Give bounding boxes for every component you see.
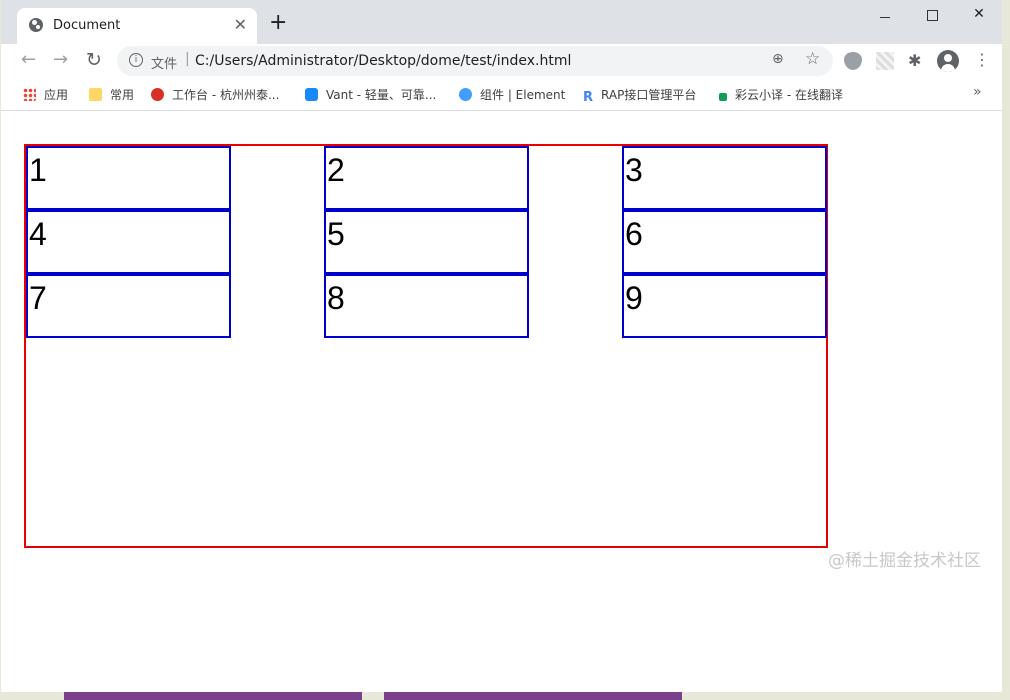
bookmark-element[interactable]: 组件 | Element [459,86,565,103]
url-text[interactable]: C:/Users/Administrator/Desktop/dome/test… [195,53,571,69]
watermark: @稀土掘金技术社区 [828,551,981,571]
grid-cell: 1 [26,146,231,210]
extension-pattern-icon[interactable] [876,52,894,70]
bookmark-rap[interactable]: R RAP接口管理平台 [583,86,697,105]
grid-cell: 6 [622,210,827,274]
rap-icon: R [583,90,594,105]
bookmark-star-icon[interactable]: ☆ [805,49,820,69]
new-tab-button[interactable]: + [269,12,287,34]
bookmark-folder-common[interactable]: 常用 [89,86,134,103]
scheme-label: 文件 [151,57,178,72]
page-content: 1 2 3 4 5 6 7 8 9 [1,111,1002,692]
bookmark-label: 应用 [44,88,69,102]
title-bar: Document ✕ + ✕ [1,0,1002,44]
bookmark-label: 工作台 - 杭州州泰... [172,88,280,102]
flag-icon [719,93,727,101]
maximize-icon [926,10,938,21]
bookmark-label: 彩云小译 - 在线翻译 [735,88,843,102]
window-minimize-button[interactable] [862,6,908,26]
window-maximize-button[interactable] [909,6,955,26]
bookmark-vant[interactable]: Vant - 轻量、可靠... [305,86,436,103]
zoom-icon[interactable]: ⊕ [772,51,784,67]
minimize-icon [880,17,890,18]
folder-icon [89,88,102,101]
address-separator: | [185,51,190,67]
browser-window: Document ✕ + ✕ ← → ↻ i 文件 | C:/Users/Adm… [1,0,1002,692]
background-window-strip [64,692,362,700]
grid-cell: 2 [324,146,529,210]
browser-toolbar: ← → ↻ i 文件 | C:/Users/Administrator/Desk… [1,44,1002,78]
bookmark-workbench[interactable]: 工作台 - 杭州州泰... [151,86,279,103]
tab-close-button[interactable]: ✕ [234,16,247,34]
globe-icon [29,18,43,32]
grid-cell: 4 [26,210,231,274]
background-window-strip [384,692,682,700]
bookmark-label: 组件 | Element [480,88,566,102]
browser-menu-icon[interactable]: ⋮ [974,52,990,68]
grid-cell: 3 [622,146,827,210]
reload-button[interactable]: ↻ [86,50,102,70]
bookmark-label: 常用 [110,88,135,102]
tab-title: Document [53,18,121,33]
grid-cell: 7 [26,274,231,338]
address-bar[interactable]: i 文件 | C:/Users/Administrator/Desktop/do… [117,46,833,76]
bookmark-caiyun[interactable]: 彩云小译 - 在线翻译 [719,86,843,103]
extension-shield-icon[interactable] [844,52,862,70]
extensions-puzzle-icon[interactable]: ✱ [908,51,926,70]
bookmarks-bar: 应用 常用 工作台 - 杭州州泰... Vant - 轻量、可靠... 组件 |… [1,80,1002,111]
info-icon[interactable]: i [129,53,143,67]
vant-icon [305,88,318,101]
apps-icon [23,88,36,101]
grid-cell: 9 [622,274,827,338]
browser-tab[interactable]: Document ✕ [17,8,257,44]
window-close-button[interactable]: ✕ [956,6,1002,26]
bookmark-label: RAP接口管理平台 [601,88,697,102]
forward-button[interactable]: → [53,50,68,70]
taskbar-strip [0,692,1010,700]
bookmark-apps[interactable]: 应用 [23,86,68,103]
grid-cell: 8 [324,274,529,338]
bookmark-label: Vant - 轻量、可靠... [326,88,437,102]
grid-container: 1 2 3 4 5 6 7 8 9 [24,144,828,548]
workbench-icon [151,88,164,101]
bookmarks-more-button[interactable]: » [973,84,982,100]
profile-avatar-icon[interactable] [937,50,959,72]
element-icon [459,88,472,101]
grid-cell: 5 [324,210,529,274]
back-button[interactable]: ← [21,50,36,70]
